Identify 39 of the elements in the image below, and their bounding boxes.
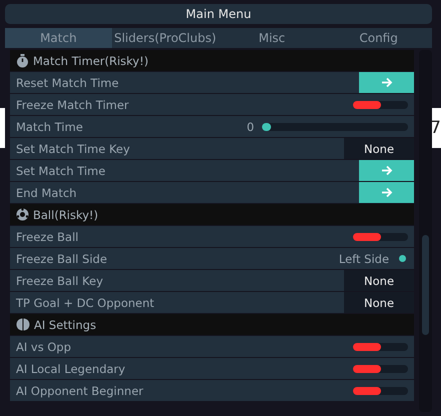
section-title: Match Timer(Risky!) [33,54,150,68]
option-label: AI vs Opp [16,340,72,354]
tab[interactable]: Match [5,28,112,48]
option-label: Set Match Time [16,164,106,178]
option-label: Freeze Ball [16,230,80,244]
stopwatch-icon [16,54,29,68]
soccer-ball-icon [16,208,29,221]
option-label: Match Time [16,120,84,134]
section-title: Ball(Risky!) [33,208,100,222]
section-title: AI Settings [34,318,98,332]
toggle-switch[interactable] [353,386,408,394]
toggle-switch[interactable] [353,342,408,350]
key-bind-button[interactable]: None [344,270,414,291]
option-label: AI Local Legendary [16,362,126,376]
toggle-switch[interactable] [353,100,408,108]
option-label: Freeze Match Timer [16,98,130,112]
choice-value: Left Side [338,252,390,266]
radio-dot[interactable] [399,255,406,262]
slider-value: 0 [246,120,254,134]
toggle-switch[interactable] [353,364,408,372]
key-bind-button[interactable]: None [344,138,414,159]
arrow-right-icon [380,165,393,176]
option-label: Reset Match Time [16,76,120,90]
scrollbar[interactable] [419,50,432,412]
option-label: Freeze Ball Key [16,274,104,288]
slider-thumb[interactable] [262,122,272,130]
scrollbar-thumb[interactable] [422,235,430,335]
slider-track[interactable] [262,122,408,130]
key-bind-button[interactable]: None [344,292,414,313]
window-title: Main Menu [186,7,252,21]
option-label: Freeze Ball Side [16,252,108,266]
option-label: End Match [16,186,78,200]
arrow-right-icon [380,77,393,88]
toggle-switch[interactable] [353,232,408,240]
brain-icon [16,318,30,331]
arrow-right-icon [380,187,393,198]
option-label: Set Match Time Key [16,142,131,156]
option-label: AI Opponent Beginner [16,384,144,398]
option-label: TP Goal + DC Opponent [16,296,156,310]
